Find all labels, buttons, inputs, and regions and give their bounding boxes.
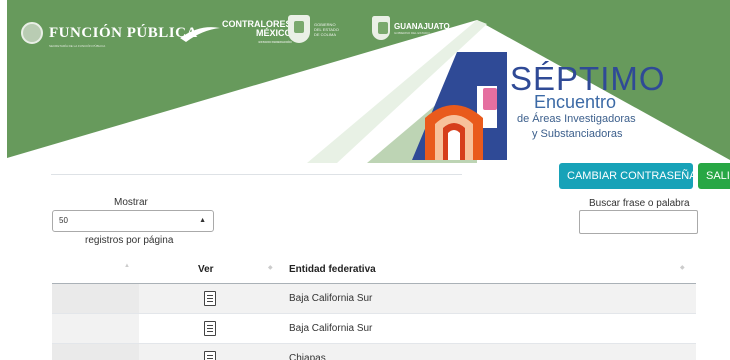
results-table: ▲ Ver ◆ Entidad federativa ◆ Baja Califo…	[52, 255, 696, 360]
column-header-ver[interactable]: Ver	[198, 255, 214, 284]
sort-icon: ◆	[268, 265, 273, 271]
event-title: SÉPTIMO	[510, 60, 666, 97]
funcion-publica-text: FUNCIÓN PÚBLICA	[49, 24, 198, 41]
guanajuato-logo: GUANAJUATO GOBIERNO DEL ESTADO	[372, 16, 450, 40]
table-row: Baja California Sur	[52, 284, 696, 314]
colima-text-line2: DEL ESTADO	[314, 26, 339, 32]
colima-logo: GOBIERNO DEL ESTADO DE COLIMA	[288, 15, 339, 43]
colima-text-line3: DE COLIMA	[314, 31, 337, 37]
change-password-button[interactable]: CAMBIAR CONTRASEÑA	[559, 163, 697, 189]
sort-icon: ▲	[124, 263, 130, 269]
search-input[interactable]	[579, 210, 698, 234]
page-length-value: 50	[59, 216, 68, 225]
column-header-entity[interactable]: Entidad federativa	[289, 255, 376, 284]
entity-cell: Baja California Sur	[289, 323, 373, 334]
entity-cell: Baja California Sur	[289, 293, 373, 304]
page-length-select[interactable]: 50 ▲	[52, 210, 214, 232]
contralores-swoosh-icon	[180, 26, 220, 42]
row-index-cell	[52, 344, 139, 360]
logout-button[interactable]: SALIR	[698, 163, 730, 189]
contralores-mexico-logo: CONTRALORES MÉXICO ESTADO FEDERACIÓN	[180, 20, 292, 47]
row-index-cell	[52, 284, 139, 313]
document-icon[interactable]	[204, 291, 216, 306]
section-divider	[51, 174, 462, 175]
table-row: Chiapas	[52, 344, 696, 360]
event-line-1: de Áreas Investigadoras	[517, 113, 636, 125]
contralores-subtext: ESTADO FEDERACIÓN	[258, 40, 292, 44]
sort-icon: ◆	[680, 265, 685, 271]
column-header-index[interactable]	[52, 255, 139, 284]
guanajuato-subtext: GOBIERNO DEL ESTADO	[394, 30, 430, 35]
national-seal-icon	[21, 22, 43, 44]
entity-cell: Chiapas	[289, 353, 326, 360]
search-label: Buscar frase o palabra	[589, 198, 690, 209]
contralores-text-line2: MÉXICO	[255, 28, 292, 38]
page-length-label: Mostrar	[114, 197, 148, 208]
table-header-row: ▲ Ver ◆ Entidad federativa ◆	[52, 255, 696, 284]
colima-shield-icon	[288, 15, 310, 43]
header-banner: FUNCIÓN PÚBLICA SECRETARÍA DE LA FUNCIÓN…	[7, 0, 730, 163]
funcion-publica-subtext: SECRETARÍA DE LA FUNCIÓN PÚBLICA	[49, 44, 106, 48]
guanajuato-shield-icon	[372, 16, 390, 40]
guanajuato-text: GUANAJUATO	[394, 21, 450, 31]
per-page-label: registros por página	[85, 235, 174, 246]
row-index-cell	[52, 314, 139, 343]
event-subtitle: Encuentro	[534, 92, 617, 112]
colima-text-line1: GOBIERNO	[314, 21, 336, 27]
funcion-publica-logo: FUNCIÓN PÚBLICA SECRETARÍA DE LA FUNCIÓN…	[21, 22, 198, 48]
select-arrows-icon: ▲	[199, 217, 206, 224]
document-icon[interactable]	[204, 321, 216, 336]
event-line-2: y Substanciadoras	[532, 128, 623, 140]
table-row: Baja California Sur	[52, 314, 696, 344]
document-icon[interactable]	[204, 351, 216, 360]
